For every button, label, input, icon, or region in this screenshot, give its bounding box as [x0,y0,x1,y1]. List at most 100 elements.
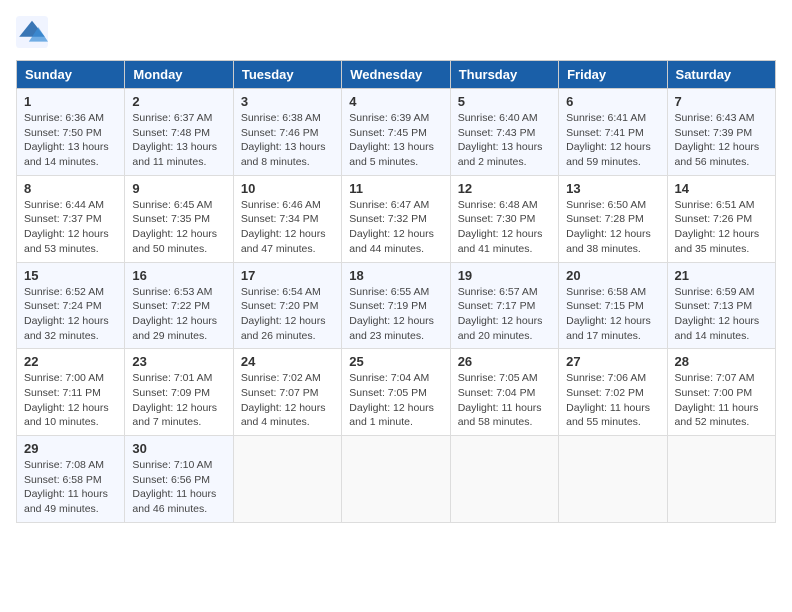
day-number: 26 [458,354,551,369]
calendar-day-cell: 3Sunrise: 6:38 AM Sunset: 7:46 PM Daylig… [233,89,341,176]
weekday-header-monday: Monday [125,61,233,89]
day-number: 14 [675,181,768,196]
day-number: 30 [132,441,225,456]
day-number: 5 [458,94,551,109]
day-number: 28 [675,354,768,369]
day-info: Sunrise: 6:58 AM Sunset: 7:15 PM Dayligh… [566,285,659,344]
calendar-day-cell: 17Sunrise: 6:54 AM Sunset: 7:20 PM Dayli… [233,262,341,349]
calendar-week-row: 29Sunrise: 7:08 AM Sunset: 6:58 PM Dayli… [17,436,776,523]
day-info: Sunrise: 6:39 AM Sunset: 7:45 PM Dayligh… [349,111,442,170]
calendar-day-cell: 19 Sunrise: 6:57 AM Sunset: 7:17 PM Dayli… [450,262,558,349]
calendar-day-cell: 25 Sunrise: 7:04 AM Sunset: 7:05 PM Dayli… [342,349,450,436]
calendar-day-cell: 27 Sunrise: 7:06 AM Sunset: 7:02 PM Dayli… [559,349,667,436]
day-info: Sunrise: 6:52 AM Sunset: 7:24 PM Dayligh… [24,285,117,344]
day-info: Sunrise: 6:48 AM Sunset: 7:30 PM Dayligh… [458,198,551,257]
day-info: Sunrise: 6:57 AM Sunset: 7:17 PM Dayligh… [458,285,551,344]
calendar-day-cell [667,436,775,523]
day-info: Sunrise: 7:02 AM Sunset: 7:07 PM Dayligh… [241,371,334,430]
day-number: 13 [566,181,659,196]
day-number: 16 [132,268,225,283]
logo-icon [16,16,48,48]
day-info: Sunrise: 7:04 AM Sunset: 7:05 PM Dayligh… [349,371,442,430]
day-info: Sunrise: 7:00 AM Sunset: 7:11 PM Dayligh… [24,371,117,430]
calendar-day-cell: 16 Sunrise: 6:53 AM Sunset: 7:22 PM Dayli… [125,262,233,349]
day-number: 18 [349,268,442,283]
calendar-week-row: 22 Sunrise: 7:00 AM Sunset: 7:11 PM Dayli… [17,349,776,436]
calendar-day-cell: 8Sunrise: 6:44 AM Sunset: 7:37 PM Daylig… [17,175,125,262]
day-number: 25 [349,354,442,369]
calendar-day-cell: 23 Sunrise: 7:01 AM Sunset: 7:09 PM Dayli… [125,349,233,436]
calendar-day-cell: 10Sunrise: 6:46 AM Sunset: 7:34 PM Dayli… [233,175,341,262]
day-number: 23 [132,354,225,369]
calendar-day-cell: 14 Sunrise: 6:51 AM Sunset: 7:26 PM Dayli… [667,175,775,262]
day-info: Sunrise: 6:59 AM Sunset: 7:13 PM Dayligh… [675,285,768,344]
day-info: Sunrise: 7:06 AM Sunset: 7:02 PM Dayligh… [566,371,659,430]
calendar-day-cell: 24 Sunrise: 7:02 AM Sunset: 7:07 PM Dayli… [233,349,341,436]
day-info: Sunrise: 6:38 AM Sunset: 7:46 PM Dayligh… [241,111,334,170]
day-info: Sunrise: 6:47 AM Sunset: 7:32 PM Dayligh… [349,198,442,257]
calendar-day-cell: 1 Sunrise: 6:36 AM Sunset: 7:50 PM Daylig… [17,89,125,176]
calendar-day-cell: 7 Sunrise: 6:43 AM Sunset: 7:39 PM Daylig… [667,89,775,176]
day-info: Sunrise: 6:41 AM Sunset: 7:41 PM Dayligh… [566,111,659,170]
day-number: 21 [675,268,768,283]
weekday-header-friday: Friday [559,61,667,89]
day-info: Sunrise: 7:07 AM Sunset: 7:00 PM Dayligh… [675,371,768,430]
weekday-header-wednesday: Wednesday [342,61,450,89]
day-number: 24 [241,354,334,369]
day-info: Sunrise: 7:08 AM Sunset: 6:58 PM Dayligh… [24,458,117,517]
calendar-day-cell: 20Sunrise: 6:58 AM Sunset: 7:15 PM Dayli… [559,262,667,349]
calendar-day-cell: 22 Sunrise: 7:00 AM Sunset: 7:11 PM Dayli… [17,349,125,436]
calendar-day-cell: 4 Sunrise: 6:39 AM Sunset: 7:45 PM Daylig… [342,89,450,176]
calendar-day-cell [559,436,667,523]
day-info: Sunrise: 6:53 AM Sunset: 7:22 PM Dayligh… [132,285,225,344]
day-info: Sunrise: 6:40 AM Sunset: 7:43 PM Dayligh… [458,111,551,170]
logo [16,16,54,48]
day-info: Sunrise: 7:01 AM Sunset: 7:09 PM Dayligh… [132,371,225,430]
calendar-day-cell: 30 Sunrise: 7:10 AM Sunset: 6:56 PM Dayli… [125,436,233,523]
calendar-week-row: 8Sunrise: 6:44 AM Sunset: 7:37 PM Daylig… [17,175,776,262]
day-number: 2 [132,94,225,109]
day-number: 6 [566,94,659,109]
calendar-day-cell: 6 Sunrise: 6:41 AM Sunset: 7:41 PM Daylig… [559,89,667,176]
day-number: 15 [24,268,117,283]
weekday-header-tuesday: Tuesday [233,61,341,89]
calendar-day-cell: 26 Sunrise: 7:05 AM Sunset: 7:04 PM Dayli… [450,349,558,436]
day-info: Sunrise: 7:10 AM Sunset: 6:56 PM Dayligh… [132,458,225,517]
weekday-header-saturday: Saturday [667,61,775,89]
day-number: 17 [241,268,334,283]
calendar-day-cell: 9 Sunrise: 6:45 AM Sunset: 7:35 PM Daylig… [125,175,233,262]
day-info: Sunrise: 6:36 AM Sunset: 7:50 PM Dayligh… [24,111,117,170]
day-info: Sunrise: 6:50 AM Sunset: 7:28 PM Dayligh… [566,198,659,257]
calendar-day-cell [342,436,450,523]
calendar-day-cell: 15 Sunrise: 6:52 AM Sunset: 7:24 PM Dayli… [17,262,125,349]
calendar-day-cell [233,436,341,523]
calendar-day-cell: 2 Sunrise: 6:37 AM Sunset: 7:48 PM Daylig… [125,89,233,176]
day-number: 9 [132,181,225,196]
calendar-table: SundayMondayTuesdayWednesdayThursdayFrid… [16,60,776,523]
day-info: Sunrise: 6:37 AM Sunset: 7:48 PM Dayligh… [132,111,225,170]
day-number: 12 [458,181,551,196]
calendar-week-row: 15 Sunrise: 6:52 AM Sunset: 7:24 PM Dayli… [17,262,776,349]
calendar-day-cell [450,436,558,523]
day-info: Sunrise: 6:44 AM Sunset: 7:37 PM Dayligh… [24,198,117,257]
day-info: Sunrise: 6:51 AM Sunset: 7:26 PM Dayligh… [675,198,768,257]
day-number: 1 [24,94,117,109]
day-number: 22 [24,354,117,369]
day-info: Sunrise: 6:55 AM Sunset: 7:19 PM Dayligh… [349,285,442,344]
day-number: 11 [349,181,442,196]
day-number: 27 [566,354,659,369]
calendar-day-cell: 11 Sunrise: 6:47 AM Sunset: 7:32 PM Dayli… [342,175,450,262]
day-info: Sunrise: 6:43 AM Sunset: 7:39 PM Dayligh… [675,111,768,170]
calendar-day-cell: 13 Sunrise: 6:50 AM Sunset: 7:28 PM Dayli… [559,175,667,262]
day-info: Sunrise: 7:05 AM Sunset: 7:04 PM Dayligh… [458,371,551,430]
page-header [16,16,776,48]
day-info: Sunrise: 6:45 AM Sunset: 7:35 PM Dayligh… [132,198,225,257]
day-number: 4 [349,94,442,109]
calendar-day-cell: 18 Sunrise: 6:55 AM Sunset: 7:19 PM Dayli… [342,262,450,349]
day-number: 19 [458,268,551,283]
day-number: 7 [675,94,768,109]
calendar-day-cell: 5 Sunrise: 6:40 AM Sunset: 7:43 PM Daylig… [450,89,558,176]
calendar-day-cell: 29Sunrise: 7:08 AM Sunset: 6:58 PM Dayli… [17,436,125,523]
weekday-header-sunday: Sunday [17,61,125,89]
calendar-week-row: 1 Sunrise: 6:36 AM Sunset: 7:50 PM Daylig… [17,89,776,176]
